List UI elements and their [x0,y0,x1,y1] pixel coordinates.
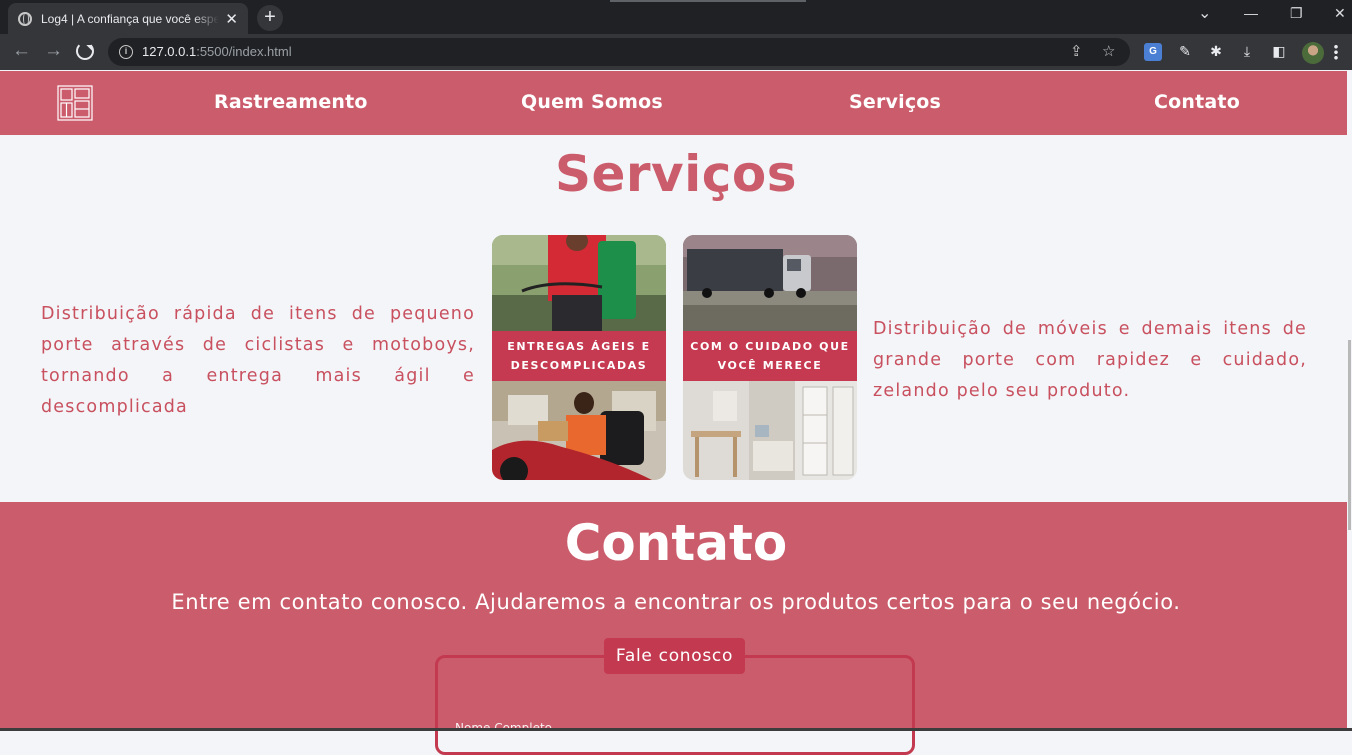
menu-dots-icon[interactable] [1334,44,1338,60]
browser-tab-strip: Log4 | A confiança que você espera ✕ + ⌄… [0,0,1352,34]
card-band-large-delivery: COM O CUIDADO QUE VOCÊ MERECE [683,331,857,381]
contact-subtitle: Entre em contato conosco. Ajudaremos a e… [171,590,1181,614]
info-icon[interactable]: i [119,45,133,59]
reload-icon[interactable] [76,42,94,60]
services-title: Serviços [554,145,798,203]
url-text: 127.0.0.1:5500/index.html [142,44,292,59]
services-left-text: Distribuição rápida de itens de pequeno … [41,304,475,417]
google-translate-icon[interactable]: G [1144,43,1162,61]
globe-icon [18,11,32,26]
window-close-icon[interactable]: ✕ [1334,5,1346,22]
new-tab-button[interactable]: + [257,5,283,31]
contact-title: Contato [564,514,788,572]
download-icon[interactable]: ⤓ [1238,43,1256,61]
tab-close-icon[interactable]: ✕ [225,10,238,28]
log4-logo-icon[interactable] [57,85,93,121]
site-header: Rastreamento Quem Somos Serviços Contato [0,71,1352,135]
forward-arrow-icon[interactable]: → [44,41,63,61]
puzzle-extensions-icon[interactable]: ✱ [1207,43,1225,61]
nav-link-rastreamento[interactable]: Rastreamento [214,91,368,113]
form-legend: Fale conosco [604,638,745,674]
scrollbar-thumb[interactable] [1348,340,1351,530]
restore-icon[interactable]: ❐ [1290,5,1303,22]
minimize-icon[interactable]: — [1244,5,1258,21]
back-arrow-icon[interactable]: ← [12,41,31,61]
browser-tab[interactable]: Log4 | A confiança que você espera ✕ [8,3,248,34]
pen-extension-icon[interactable]: ✎ [1176,43,1194,61]
tab-title: Log4 | A confiança que você espera [41,11,220,26]
nav-link-servicos[interactable]: Serviços [849,91,941,113]
service-card-large-delivery: COM O CUIDADO QUE VOCÊ MERECE [683,235,857,480]
services-section: Serviços Distribuição rápida de itens de… [0,135,1352,502]
service-card-small-delivery: ENTREGAS ÁGEIS E DESCOMPLICADAS [492,235,666,480]
star-icon[interactable]: ☆ [1102,42,1115,60]
card-band-small-delivery: ENTREGAS ÁGEIS E DESCOMPLICADAS [492,331,666,381]
profile-avatar[interactable] [1302,42,1324,64]
share-icon[interactable]: ⇪ [1070,42,1083,60]
nav-link-contato[interactable]: Contato [1154,91,1240,113]
browser-toolbar: ← → i 127.0.0.1:5500/index.html ⇪ ☆ G ✎ … [0,34,1352,70]
address-bar[interactable]: i 127.0.0.1:5500/index.html ⇪ ☆ [108,38,1130,66]
side-panel-icon[interactable]: ◧ [1270,43,1288,61]
tab-strip-highlight [610,0,806,2]
tab-search-icon[interactable]: ⌄ [1198,3,1211,23]
services-right-text: Distribuição de móveis e demais itens de… [873,319,1307,401]
contact-section: Contato Entre em contato conosco. Ajudar… [0,502,1352,755]
nav-link-quem-somos[interactable]: Quem Somos [521,91,663,113]
